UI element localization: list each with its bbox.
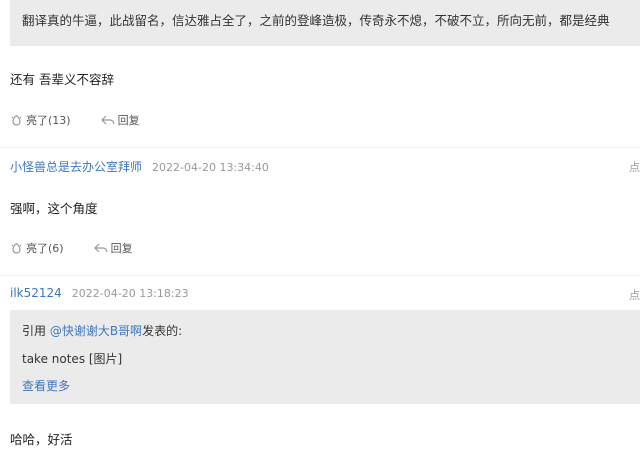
quote-suffix: 发表的: (142, 324, 183, 338)
username-link[interactable]: 小怪兽总是去办公室拜师 (10, 158, 142, 175)
like-count-label: 亮了(6) (26, 242, 64, 255)
like-count-label: 亮了(13) (26, 114, 71, 127)
reply-label: 回复 (117, 114, 140, 127)
more-menu-button[interactable]: 点 (629, 159, 640, 175)
more-menu-button[interactable]: 点 (629, 287, 640, 303)
quoted-author-link[interactable]: @快谢谢大B哥啊 (50, 324, 142, 338)
like-icon (10, 242, 23, 255)
view-more-link[interactable]: 查看更多 (22, 377, 70, 394)
like-button[interactable]: 亮了(13) (10, 112, 71, 128)
timestamp: 2022-04-20 13:34:40 (152, 161, 269, 174)
post-header: 小怪兽总是去办公室拜师 2022-04-20 13:34:40 (10, 158, 269, 175)
divider (0, 275, 640, 276)
like-button[interactable]: 亮了(6) (10, 240, 64, 256)
like-icon (10, 114, 23, 127)
post-body: 哈哈，好活 (10, 432, 73, 447)
quote-text: 翻译真的牛逼，此战留名，信达雅占全了，之前的登峰造极，传奇永不熄，不破不立，所向… (22, 13, 610, 28)
reply-label: 回复 (110, 242, 133, 255)
post-actions: 亮了(13) 回复 (10, 112, 140, 128)
reply-button[interactable]: 回复 (100, 112, 140, 128)
timestamp: 2022-04-20 13:18:23 (71, 287, 189, 300)
post-body: 强啊，这个角度 (10, 201, 98, 216)
reply-button[interactable]: 回复 (93, 240, 133, 256)
post-actions: 亮了(6) 回复 (10, 240, 133, 256)
reply-icon (100, 114, 115, 126)
quote-body: take notes [图片] (22, 352, 123, 366)
divider (0, 147, 640, 148)
quote-block: 引用 @快谢谢大B哥啊发表的: take notes [图片] 查看更多 (10, 310, 640, 404)
quote-prefix: 引用 (22, 324, 50, 338)
reply-icon (93, 242, 108, 254)
post-body: 还有 吾辈义不容辞 (10, 72, 114, 87)
username-link[interactable]: ilk52124 (10, 286, 62, 300)
quote-citation: 引用 @快谢谢大B哥啊发表的: (22, 322, 182, 339)
post-header: ilk52124 2022-04-20 13:18:23 (10, 286, 189, 300)
quote-block: 翻译真的牛逼，此战留名，信达雅占全了，之前的登峰造极，传奇永不熄，不破不立，所向… (10, 0, 640, 46)
